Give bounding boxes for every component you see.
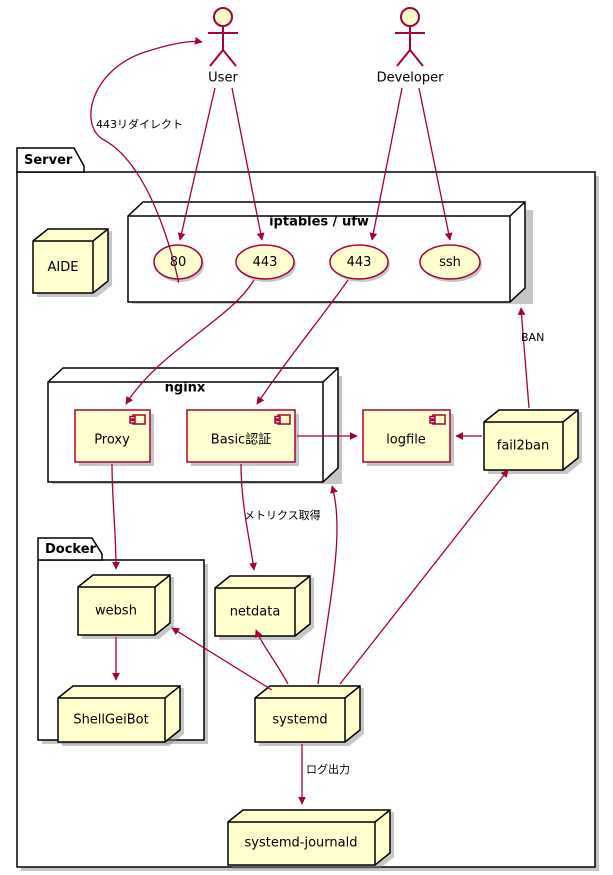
node-systemd-journald[interactable]: systemd-journald (227, 809, 394, 869)
node-fail2ban-label: fail2ban (497, 439, 550, 454)
component-proxy[interactable]: Proxy (74, 409, 154, 466)
component-icon-basic-auth (274, 414, 291, 425)
node-websh[interactable]: websh (77, 574, 174, 639)
component-logfile-label: logfile (386, 433, 426, 448)
frame-docker-label: Docker (45, 542, 97, 557)
node-systemd[interactable]: systemd (254, 685, 364, 746)
component-icon-proxy (129, 414, 146, 425)
frame-server-label: Server (24, 153, 73, 168)
edge-label-log-output: ログ出力 (306, 762, 350, 776)
node-shellgeibot[interactable]: ShellGeiBot (57, 685, 184, 746)
component-basic-auth[interactable]: Basic認証 (186, 409, 299, 466)
node-systemd-journald-label: systemd-journald (245, 836, 358, 851)
component-proxy-label: Proxy (94, 433, 130, 448)
actor-user[interactable]: User (208, 7, 238, 86)
node-netdata-label: netdata (230, 605, 281, 620)
deployment-diagram: Server Docker iptables / ufw 80 443 443 (0, 0, 613, 875)
actor-developer-label: Developer (377, 71, 445, 86)
port-443-user-label: 443 (253, 255, 278, 270)
node-aide[interactable]: AIDE (32, 228, 112, 297)
node-fail2ban[interactable]: fail2ban (483, 409, 582, 474)
node-systemd-label: systemd (272, 713, 327, 728)
actor-developer[interactable]: Developer (377, 7, 445, 86)
edge-label-ban: BAN (521, 331, 544, 344)
package-nginx: nginx Proxy Basic認証 (47, 367, 342, 484)
actor-user-label: User (208, 71, 238, 86)
port-ssh-label: ssh (439, 255, 461, 270)
component-basic-auth-label: Basic認証 (211, 432, 271, 448)
edge-label-443-redirect: 443リダイレクト (96, 117, 183, 131)
package-iptables-title: iptables / ufw (269, 215, 369, 230)
diagram-canvas: Server Docker iptables / ufw 80 443 443 (16, 7, 599, 871)
node-netdata[interactable]: netdata (214, 575, 314, 640)
edge-label-metrics: メトリクス取得 (244, 509, 321, 522)
component-icon-logfile (429, 414, 446, 425)
node-aide-label: AIDE (48, 260, 79, 275)
package-nginx-title: nginx (165, 381, 206, 396)
node-websh-label: websh (95, 604, 137, 619)
port-443-dev-label: 443 (347, 255, 372, 270)
package-iptables: iptables / ufw 80 443 443 ssh (127, 201, 533, 304)
node-shellgeibot-label: ShellGeiBot (73, 713, 148, 728)
component-logfile[interactable]: logfile (362, 409, 454, 466)
